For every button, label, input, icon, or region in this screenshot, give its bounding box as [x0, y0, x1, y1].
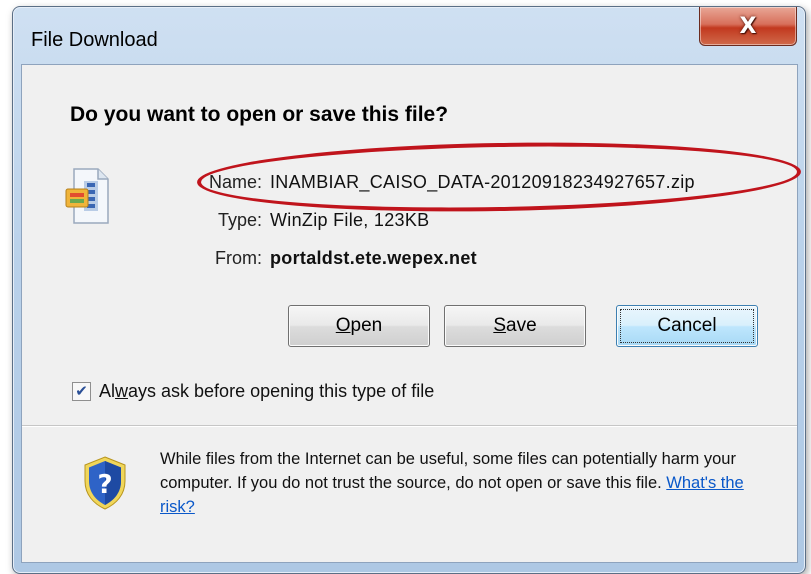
open-button[interactable]: Open	[288, 305, 430, 347]
file-type-label: Type:	[217, 210, 262, 230]
window-title: File Download	[31, 29, 158, 51]
security-shield-icon: ?	[84, 456, 126, 510]
save-accelerator: S	[493, 315, 507, 336]
checkmark-icon: ✔	[75, 382, 88, 400]
always-ask-label: Always ask before opening this type of f…	[99, 381, 435, 401]
dialog-question: Do you want to open or save this file?	[70, 103, 449, 126]
file-name-row: Name: INAMBIAR_CAISO_DATA-201209182349276…	[190, 172, 695, 193]
always-ask-checkbox[interactable]: ✔	[72, 382, 91, 401]
file-source-label: From:	[215, 248, 262, 268]
file-source-value: portaldst.ete.wepex.net	[270, 248, 477, 268]
zip-file-icon	[65, 168, 109, 224]
file-name-value: INAMBIAR_CAISO_DATA-20120918234927657.zi…	[270, 172, 695, 192]
open-accelerator: O	[335, 315, 351, 336]
dialog-body: Do you want to open or save this file? N…	[21, 64, 802, 563]
file-type-row: Type: WinZip File, 123KB	[190, 210, 429, 231]
always-ask-option[interactable]: ✔ Always ask before opening this type of…	[72, 381, 434, 402]
file-name-label: Name:	[208, 172, 262, 192]
divider	[22, 425, 797, 427]
file-source-row: From: portaldst.ete.wepex.net	[190, 248, 477, 269]
file-type-value: WinZip File, 123KB	[270, 210, 430, 230]
warning-text: While files from the Internet can be use…	[160, 450, 736, 492]
svg-text:?: ?	[97, 470, 112, 500]
cancel-button[interactable]: Cancel	[616, 305, 758, 347]
security-warning: While files from the Internet can be use…	[160, 447, 780, 519]
close-icon: X	[739, 13, 757, 39]
save-button[interactable]: Save	[444, 305, 586, 347]
close-button[interactable]: X	[699, 7, 797, 46]
title-bar[interactable]: File Download X	[13, 7, 805, 63]
focus-rectangle	[620, 309, 754, 343]
file-download-dialog: File Download X Do you want to open or s…	[12, 6, 806, 574]
